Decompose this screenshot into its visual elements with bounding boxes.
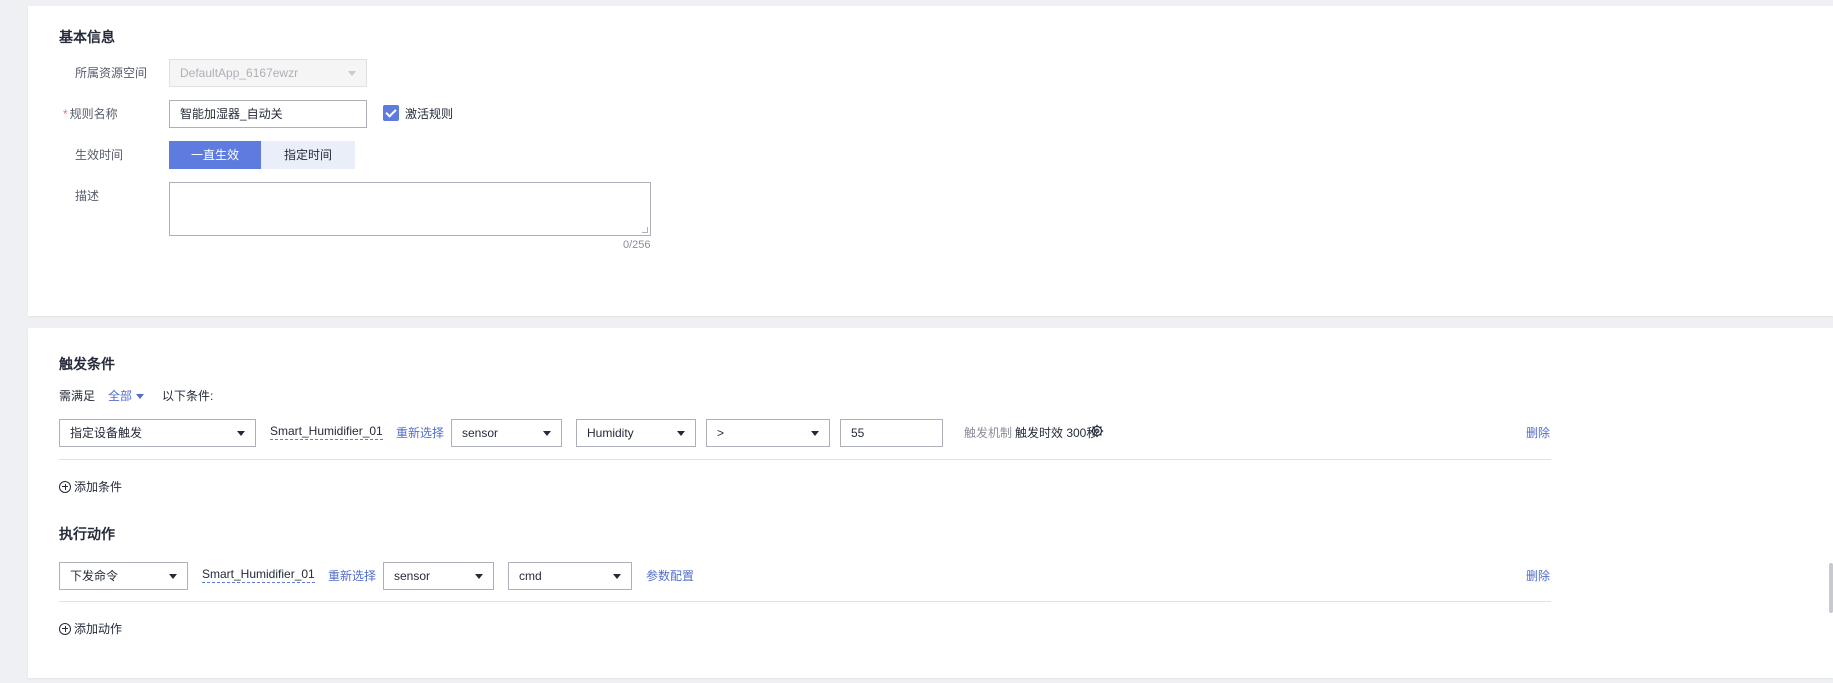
action-service-value: sensor <box>394 569 431 583</box>
action-title: 执行动作 <box>59 526 115 542</box>
trigger-operator-select[interactable]: > <box>706 419 830 447</box>
resource-space-select: DefaultApp_6167ewzr <box>169 59 367 87</box>
action-divider <box>59 601 1551 602</box>
always-effective-button[interactable]: 一直生效 <box>169 141 261 169</box>
action-delete-link[interactable]: 删除 <box>1526 567 1550 584</box>
description-textarea[interactable] <box>169 182 651 236</box>
trigger-operator-value: > <box>717 426 725 440</box>
trigger-divider <box>59 459 1551 460</box>
chevron-down-icon <box>677 431 685 436</box>
rule-name-label-text: 规则名称 <box>69 107 118 121</box>
page-scrollbar[interactable] <box>1829 563 1833 613</box>
trigger-mechanism-value: 触发时效 300秒 <box>1015 426 1099 440</box>
gear-icon[interactable] <box>1090 424 1104 438</box>
match-mode-dropdown[interactable]: 全部 <box>108 387 145 404</box>
resize-grip-icon[interactable] <box>642 227 648 233</box>
chevron-down-icon <box>348 71 356 76</box>
resource-space-label: 所属资源空间 <box>75 66 148 80</box>
trigger-action-card: 触发条件 需满足 全部 以下条件: 指定设备触发 Smart_Humidifie… <box>28 328 1833 678</box>
trigger-mechanism-label: 触发机制 <box>964 426 1013 440</box>
chevron-down-icon <box>613 574 621 579</box>
add-action-label: 添加动作 <box>74 622 123 636</box>
chevron-down-icon <box>169 574 177 579</box>
basic-info-card: 基本信息 所属资源空间 DefaultApp_6167ewzr * 规则名称 智能… <box>28 6 1833 316</box>
trigger-device-name[interactable]: Smart_Humidifier_01 <box>270 424 383 440</box>
param-config-link[interactable]: 参数配置 <box>646 567 694 584</box>
trigger-type-select[interactable]: 指定设备触发 <box>59 419 256 447</box>
plus-circle-icon <box>59 480 71 493</box>
specified-time-button[interactable]: 指定时间 <box>261 141 355 169</box>
trigger-delete-link[interactable]: 删除 <box>1526 424 1550 441</box>
trigger-service-value: sensor <box>462 426 499 440</box>
trigger-service-select[interactable]: sensor <box>451 419 562 447</box>
add-condition-label: 添加条件 <box>74 480 123 494</box>
rule-name-label: * 规则名称 <box>63 105 118 122</box>
chevron-down-icon <box>237 431 245 436</box>
add-action-button[interactable]: 添加动作 <box>59 620 122 637</box>
trigger-type-value: 指定设备触发 <box>70 426 143 440</box>
description-label: 描述 <box>75 189 100 203</box>
chevron-down-icon <box>543 431 551 436</box>
trigger-prefix: 需满足 <box>59 389 96 403</box>
resource-space-value: DefaultApp_6167ewzr <box>180 66 299 80</box>
trigger-suffix: 以下条件: <box>162 389 214 403</box>
trigger-property-select[interactable]: Humidity <box>576 419 696 447</box>
action-type-select[interactable]: 下发命令 <box>59 562 188 590</box>
plus-circle-icon <box>59 622 71 635</box>
match-mode-value: 全部 <box>108 389 133 403</box>
effective-time-label: 生效时间 <box>75 148 124 162</box>
chevron-down-icon <box>811 431 819 436</box>
action-command-value: cmd <box>519 569 542 583</box>
required-star-icon: * <box>63 107 68 121</box>
rule-name-input[interactable]: 智能加湿器_自动关 <box>169 100 367 128</box>
action-service-select[interactable]: sensor <box>383 562 494 590</box>
activate-rule-checkbox[interactable] <box>383 105 399 121</box>
activate-rule-label: 激活规则 <box>405 107 454 121</box>
action-reselect-link[interactable]: 重新选择 <box>328 567 376 584</box>
trigger-reselect-link[interactable]: 重新选择 <box>396 424 444 441</box>
caret-down-icon <box>136 394 145 400</box>
action-command-select[interactable]: cmd <box>508 562 632 590</box>
action-device-name[interactable]: Smart_Humidifier_01 <box>202 567 315 583</box>
trigger-property-value: Humidity <box>587 426 634 440</box>
basic-info-title: 基本信息 <box>59 29 115 45</box>
action-type-value: 下发命令 <box>70 569 119 583</box>
trigger-value-input[interactable]: 55 <box>840 419 943 447</box>
add-condition-button[interactable]: 添加条件 <box>59 478 122 495</box>
trigger-title: 触发条件 <box>59 356 115 372</box>
chevron-down-icon <box>475 574 483 579</box>
description-counter: 0/256 <box>623 239 651 251</box>
